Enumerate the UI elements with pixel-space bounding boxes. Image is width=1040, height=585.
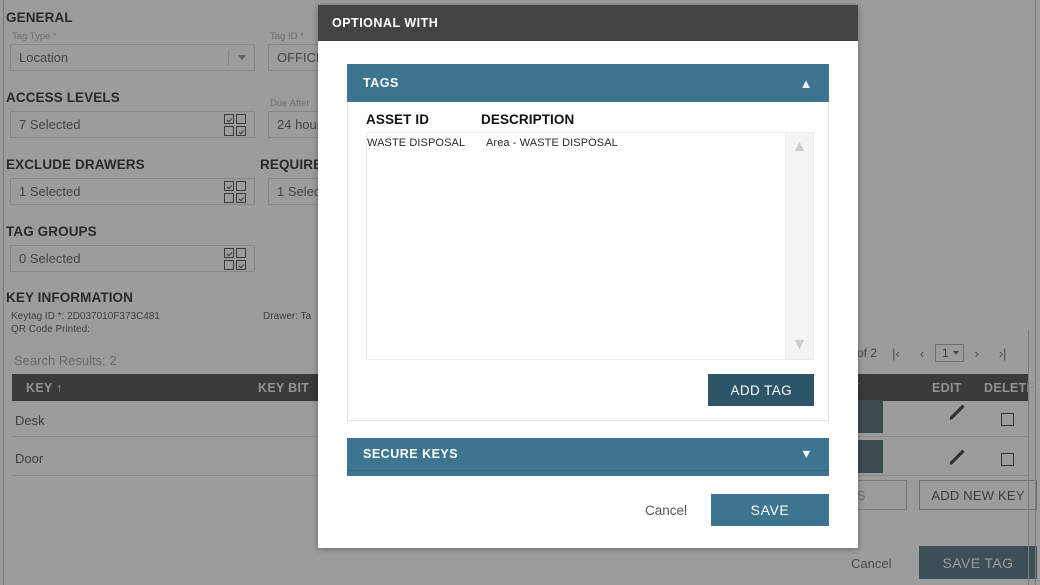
tags-list-container: WASTE DISPOSAL Area - WASTE DISPOSAL ▲ ▼	[366, 132, 814, 360]
add-tag-button[interactable]: ADD TAG	[708, 374, 814, 406]
list-item[interactable]: WASTE DISPOSAL Area - WASTE DISPOSAL	[367, 137, 785, 153]
secure-keys-label: SECURE KEYS	[363, 447, 459, 461]
tags-accordion-label: TAGS	[363, 76, 399, 90]
dialog-footer: Cancel SAVE	[318, 476, 858, 548]
save-button[interactable]: SAVE	[711, 494, 829, 526]
chevron-down-icon[interactable]: ▼	[800, 447, 813, 461]
screen: GENERAL Tag Type * Location Tag ID * OFF…	[0, 0, 1040, 585]
dialog-title: OPTIONAL WITH	[332, 16, 439, 30]
column-description: DESCRIPTION	[481, 112, 575, 127]
chevron-up-icon[interactable]: ▲	[792, 139, 808, 155]
cancel-button[interactable]: Cancel	[639, 499, 693, 522]
dialog-header: OPTIONAL WITH	[318, 5, 858, 41]
tags-table-header: ASSET ID DESCRIPTION	[366, 112, 814, 132]
tags-list-scrollbar[interactable]: ▲ ▼	[785, 133, 813, 359]
tag-description: Area - WASTE DISPOSAL	[486, 137, 618, 149]
tags-accordion-header[interactable]: TAGS ▲	[347, 64, 829, 102]
tags-list: WASTE DISPOSAL Area - WASTE DISPOSAL	[367, 133, 785, 359]
optional-with-dialog: OPTIONAL WITH TAGS ▲ ASSET ID DESCRIPTIO…	[318, 5, 858, 548]
dialog-body: TAGS ▲ ASSET ID DESCRIPTION WASTE DISPOS…	[318, 41, 858, 476]
secure-keys-accordion-header[interactable]: SECURE KEYS ▼	[347, 438, 829, 470]
chevron-down-icon[interactable]: ▼	[792, 337, 808, 353]
collapsed-accordions: SECURE KEYS ▼ LOCKERS ▼	[347, 438, 829, 476]
column-asset-id: ASSET ID	[366, 112, 430, 127]
add-tag-row: ADD TAG	[366, 360, 814, 406]
chevron-up-icon[interactable]: ▲	[800, 77, 813, 90]
tags-accordion-body: ASSET ID DESCRIPTION WASTE DISPOSAL Area…	[347, 102, 829, 421]
tag-asset-id: WASTE DISPOSAL	[367, 137, 466, 149]
tags-accordion: TAGS ▲ ASSET ID DESCRIPTION WASTE DISPOS…	[347, 64, 829, 421]
